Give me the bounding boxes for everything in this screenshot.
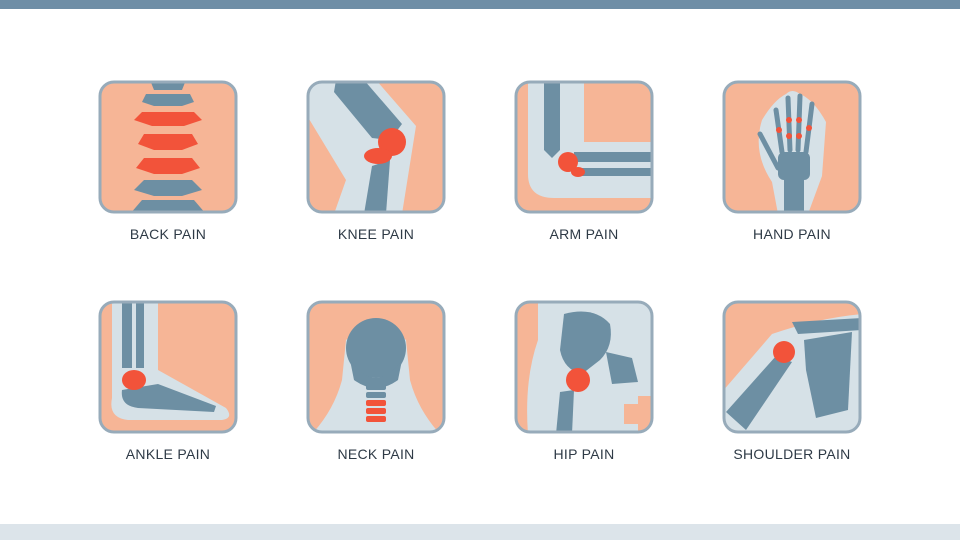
knee-icon [306,80,446,214]
bottom-accent-bar [0,524,960,540]
tile-label: KNEE PAIN [337,226,415,242]
tile-label: BACK PAIN [129,226,207,242]
hip-icon [514,300,654,434]
elbow-icon [514,80,654,214]
tile-label: HAND PAIN [753,226,831,242]
hand-icon [722,80,862,214]
tile-label: NECK PAIN [337,446,415,462]
tile-label: HIP PAIN [553,446,615,462]
spine-icon [98,80,238,214]
neck-icon [306,300,446,434]
shoulder-icon [722,300,862,434]
tile-label: ARM PAIN [549,226,619,242]
top-accent-bar [0,0,960,9]
ankle-icon [98,300,238,434]
tile-label: SHOULDER PAIN [733,446,851,462]
tile-label: ANKLE PAIN [125,446,211,462]
